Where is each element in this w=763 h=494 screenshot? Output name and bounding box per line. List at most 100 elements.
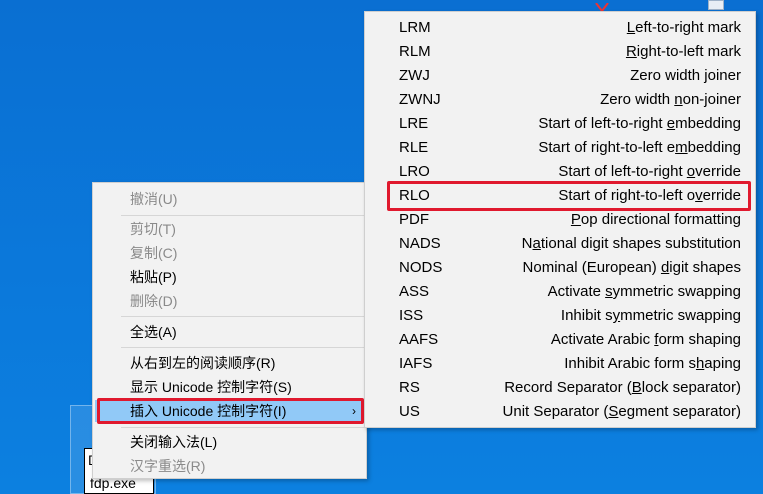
- submenu-item-ass[interactable]: ASS Activate symmetric swapping: [365, 280, 755, 304]
- menu-item-show-unicode-control[interactable]: 显示 Unicode 控制字符(S): [95, 376, 364, 398]
- submenu-code: PDF: [399, 211, 429, 228]
- submenu-code: NADS: [399, 235, 441, 252]
- unicode-control-submenu: LRM Left-to-right mark RLM Right-to-left ma…: [364, 11, 756, 428]
- menu-item-cut[interactable]: 剪切(T): [95, 218, 364, 240]
- access-key: R: [625, 43, 637, 60]
- menu-label: 剪切(T): [130, 221, 176, 237]
- menu-item-reconversion[interactable]: 汉字重选(R): [95, 455, 364, 477]
- submenu-item-nods[interactable]: NODS Nominal (European) digit shapes: [365, 256, 755, 280]
- submenu-item-lrm[interactable]: LRM Left-to-right mark: [365, 16, 755, 40]
- desc-text: Zero width: [600, 91, 675, 108]
- menu-label: 汉字重选(R): [130, 458, 206, 474]
- submenu-code: IAFS: [399, 355, 433, 372]
- context-menu: 撤消(U) 剪切(T) 复制(C) 粘贴(P) 删除(D) 全选(A) 从右到左…: [92, 182, 367, 479]
- menu-label: 粘贴(P): [130, 269, 177, 285]
- desc-text: ymmetric swapping: [612, 283, 741, 300]
- submenu-code: ASS: [399, 283, 430, 300]
- submenu-code: US: [399, 403, 420, 420]
- menu-item-select-all[interactable]: 全选(A): [95, 321, 364, 343]
- access-key: n: [674, 91, 683, 108]
- desc-text: Zero width joiner: [630, 67, 741, 84]
- submenu-code: LRM: [399, 19, 431, 36]
- document-icon[interactable]: [708, 0, 724, 10]
- submenu-item-pdf[interactable]: PDF Pop directional formatting: [365, 208, 755, 232]
- submenu-code: AAFS: [399, 331, 439, 348]
- desc-text: igit shapes: [669, 259, 741, 276]
- menu-item-paste[interactable]: 粘贴(P): [95, 266, 364, 288]
- submenu-description: Inhibit symmetric swapping: [561, 304, 741, 328]
- submenu-code: RS: [399, 379, 420, 396]
- menu-separator: [121, 427, 364, 428]
- submenu-code: ISS: [399, 307, 424, 324]
- submenu-item-iafs[interactable]: IAFS Inhibit Arabic form shaping: [365, 352, 755, 376]
- access-key: S: [608, 403, 619, 420]
- submenu-code: ZWNJ: [399, 91, 441, 108]
- access-key: B: [631, 379, 642, 396]
- submenu-description: Start of left-to-right embedding: [538, 112, 741, 136]
- submenu-description: Activate symmetric swapping: [548, 280, 741, 304]
- access-key: e: [666, 115, 676, 132]
- submenu-code: LRE: [399, 115, 429, 132]
- submenu-item-zwj[interactable]: ZWJ Zero width joiner: [365, 64, 755, 88]
- submenu-item-aafs[interactable]: AAFS Activate Arabic form shaping: [365, 328, 755, 352]
- desc-text: eft-to-right mark: [635, 19, 741, 36]
- menu-item-delete[interactable]: 删除(D): [95, 290, 364, 312]
- desc-text: mmetric swapping: [620, 307, 741, 324]
- desc-text: egment separator): [618, 403, 741, 420]
- access-key: a: [532, 235, 541, 252]
- submenu-item-rlm[interactable]: RLM Right-to-left mark: [365, 40, 755, 64]
- submenu-item-us[interactable]: US Unit Separator (Segment separator): [365, 400, 755, 424]
- submenu-description: National digit shapes substitution: [522, 232, 741, 256]
- desc-text: ight-to-left mark: [636, 43, 741, 60]
- menu-separator: [121, 215, 364, 216]
- access-key: s: [605, 283, 613, 300]
- desc-text: Record Separator (: [504, 379, 632, 396]
- menu-item-close-ime[interactable]: 关闭输入法(L): [95, 431, 364, 453]
- submenu-item-iss[interactable]: ISS Inhibit symmetric swapping: [365, 304, 755, 328]
- submenu-code: RLM: [399, 43, 431, 60]
- submenu-description: Left-to-right mark: [627, 16, 741, 40]
- submenu-description: Zero width non-joiner: [600, 88, 741, 112]
- menu-separator: [121, 347, 364, 348]
- access-key: L: [626, 19, 636, 36]
- highlight-box: [387, 181, 751, 211]
- menu-item-copy[interactable]: 复制(C): [95, 242, 364, 264]
- desc-text: N: [521, 235, 533, 252]
- desc-text: Start of left-to-right: [558, 163, 687, 180]
- submenu-description: Right-to-left mark: [626, 40, 741, 64]
- menu-separator: [121, 316, 364, 317]
- desc-text: Unit Separator (: [502, 403, 609, 420]
- pdf-app-icon[interactable]: [592, 0, 614, 13]
- menu-item-rtl-reading-order[interactable]: 从右到左的阅读顺序(R): [95, 352, 364, 374]
- access-key: y: [612, 307, 621, 324]
- desc-text: on-joiner: [682, 91, 741, 108]
- menu-label: 关闭输入法(L): [130, 434, 218, 450]
- submenu-item-lre[interactable]: LRE Start of left-to-right embedding: [365, 112, 755, 136]
- menu-item-undo[interactable]: 撤消(U): [95, 188, 364, 210]
- menu-label: 全选(A): [130, 324, 177, 340]
- desc-text: Start of right-to-left e: [538, 139, 676, 156]
- submenu-code: ZWJ: [399, 67, 430, 84]
- submenu-description: Activate Arabic form shaping: [551, 328, 741, 352]
- desc-text: Activate: [547, 283, 606, 300]
- menu-label: 删除(D): [130, 293, 178, 309]
- submenu-item-rs[interactable]: RS Record Separator (Block separator): [365, 376, 755, 400]
- submenu-description: Unit Separator (Segment separator): [503, 400, 741, 424]
- desc-text: bedding: [687, 139, 741, 156]
- submenu-code: RLE: [399, 139, 429, 156]
- highlight-box: [97, 398, 364, 424]
- submenu-description: Nominal (European) digit shapes: [523, 256, 741, 280]
- desc-text: orm shaping: [658, 331, 741, 348]
- desc-text: verride: [695, 163, 741, 180]
- submenu-item-zwnj[interactable]: ZWNJ Zero width non-joiner: [365, 88, 755, 112]
- desc-text: Activate Arabic: [550, 331, 655, 348]
- menu-label: 显示 Unicode 控制字符(S): [130, 379, 292, 395]
- submenu-item-rle[interactable]: RLE Start of right-to-left embedding: [365, 136, 755, 160]
- submenu-description: Start of right-to-left embedding: [538, 136, 741, 160]
- menu-label: 从右到左的阅读顺序(R): [130, 355, 276, 371]
- desc-text: op directional formatting: [580, 211, 741, 228]
- submenu-item-nads[interactable]: NADS National digit shapes substitution: [365, 232, 755, 256]
- desc-text: tional digit shapes substitution: [540, 235, 741, 252]
- access-key: P: [570, 211, 581, 228]
- submenu-description: Zero width joiner: [630, 64, 741, 88]
